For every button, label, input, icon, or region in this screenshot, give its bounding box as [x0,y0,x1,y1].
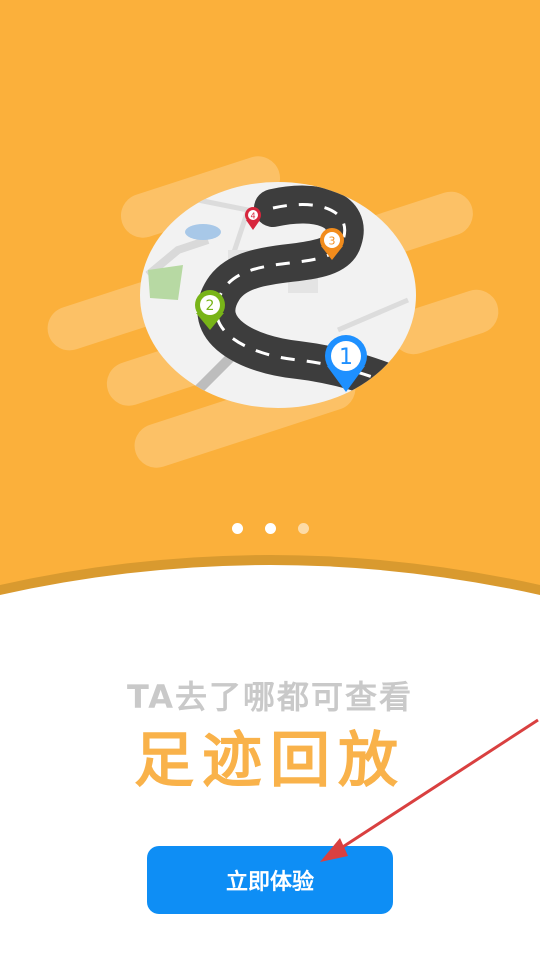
page-indicator [0,523,540,535]
feature-title: 足迹回放 [134,726,406,796]
page-dot[interactable] [231,523,243,534]
svg-text:2: 2 [206,298,215,314]
page-dot[interactable] [297,523,309,534]
svg-text:3: 3 [329,235,336,248]
try-now-button[interactable]: 立即体验 [147,846,393,914]
page-dot[interactable] [264,523,276,534]
svg-text:1: 1 [339,345,353,370]
map-route-illustration: 4 3 2 1 [140,182,416,408]
svg-text:4: 4 [250,212,255,221]
wave-divider [0,555,540,625]
